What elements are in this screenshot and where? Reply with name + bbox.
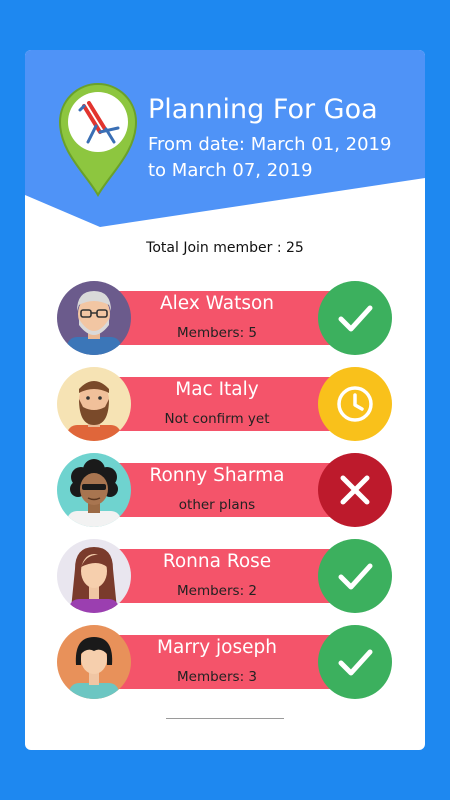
member-status: Members: 2 xyxy=(177,583,257,599)
member-status: other plans xyxy=(178,497,256,513)
confirmed-status-button[interactable] xyxy=(318,281,392,355)
cross-icon xyxy=(340,475,370,505)
beach-chair-location-pin-icon xyxy=(58,83,138,197)
plan-card: Planning For Goa From date: March 01, 20… xyxy=(25,50,425,750)
member-name: Ronna Rose xyxy=(162,551,272,572)
member-name: Marry joseph xyxy=(157,637,277,658)
member-name: Alex Watson xyxy=(159,293,275,314)
check-icon xyxy=(338,563,373,590)
member-row-mac-italy[interactable]: Mac Italy Not confirm yet xyxy=(57,367,392,441)
to-date: to March 07, 2019 xyxy=(148,160,313,181)
member-row-ronny-sharma[interactable]: Ronny Sharma other plans xyxy=(57,453,392,527)
member-name: Ronny Sharma xyxy=(149,465,285,486)
member-status: Members: 5 xyxy=(177,325,257,341)
check-icon xyxy=(338,649,373,676)
member-status: Not confirm yet xyxy=(164,411,270,427)
member-name: Mac Italy xyxy=(175,379,259,400)
header: Planning For Goa From date: March 01, 20… xyxy=(25,50,425,240)
declined-status-button[interactable] xyxy=(318,453,392,527)
confirmed-status-button[interactable] xyxy=(318,625,392,699)
check-icon xyxy=(338,305,373,332)
member-row-marry-joseph[interactable]: Marry joseph Members: 3 xyxy=(57,625,392,699)
divider xyxy=(166,718,284,719)
confirmed-status-button[interactable] xyxy=(318,539,392,613)
pending-status-button[interactable] xyxy=(318,367,392,441)
from-date: From date: March 01, 2019 xyxy=(148,134,392,155)
clock-icon xyxy=(337,386,373,422)
member-row-ronna-rose[interactable]: Ronna Rose Members: 2 xyxy=(57,539,392,613)
member-row-alex-watson[interactable]: Alex Watson Members: 5 xyxy=(57,281,392,355)
member-status: Members: 3 xyxy=(177,669,257,685)
page-title: Planning For Goa xyxy=(148,94,378,125)
total-members-label: Total Join member : 25 xyxy=(146,240,304,256)
